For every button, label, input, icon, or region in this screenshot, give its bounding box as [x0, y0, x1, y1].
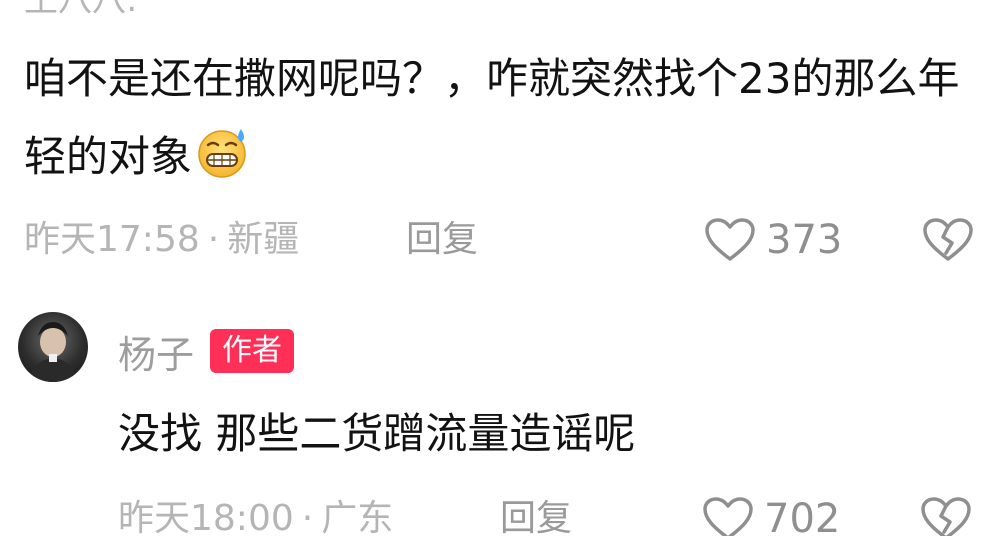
like-count: 702	[764, 496, 841, 536]
comment-text: 咱不是还在撒网呢吗？，咋就突然找个23的那么年轻的对象	[24, 54, 960, 181]
meta-separator: ·	[207, 219, 220, 260]
reply-button[interactable]: 回复	[500, 494, 572, 536]
comment-time: 昨天17:58	[24, 219, 200, 260]
comment-username-clipped[interactable]: 王八八:	[24, 0, 137, 20]
like-button[interactable]: 373	[704, 215, 842, 265]
comment-list: 王八八: 咱不是还在撒网呢吗？，咋就突然找个23的那么年轻的对象 昨天17:58…	[0, 0, 999, 536]
broken-heart-icon	[921, 497, 971, 536]
comment-location: 广东	[321, 498, 394, 536]
meta-separator: ·	[301, 498, 314, 536]
comment-author-row: 杨子 作者	[118, 324, 295, 379]
like-button[interactable]: 702	[702, 494, 840, 536]
broken-heart-icon	[923, 218, 973, 261]
comment-meta: 昨天17:58 · 新疆 回复 373	[24, 215, 979, 265]
avatar[interactable]	[18, 312, 88, 382]
heart-outline-icon	[705, 218, 755, 261]
avatar-photo	[28, 322, 78, 382]
heart-outline-icon	[703, 497, 753, 536]
grimacing-sweat-emoji-icon	[198, 129, 246, 178]
comment-username[interactable]: 杨子	[118, 324, 194, 379]
dislike-button[interactable]	[920, 494, 972, 536]
comment-time: 昨天18:00	[118, 498, 294, 536]
comment-meta: 昨天18:00 · 广东 回复 702	[118, 494, 979, 536]
comment-location: 新疆	[227, 219, 300, 260]
comment-body: 咱不是还在撒网呢吗？，咋就突然找个23的那么年轻的对象	[24, 40, 984, 196]
dislike-button[interactable]	[922, 215, 974, 265]
author-badge: 作者	[210, 329, 295, 373]
reply-button[interactable]: 回复	[406, 215, 478, 265]
like-count: 373	[766, 217, 843, 263]
comment-text: 没找 那些二货蹭流量造谣呢	[118, 409, 636, 458]
